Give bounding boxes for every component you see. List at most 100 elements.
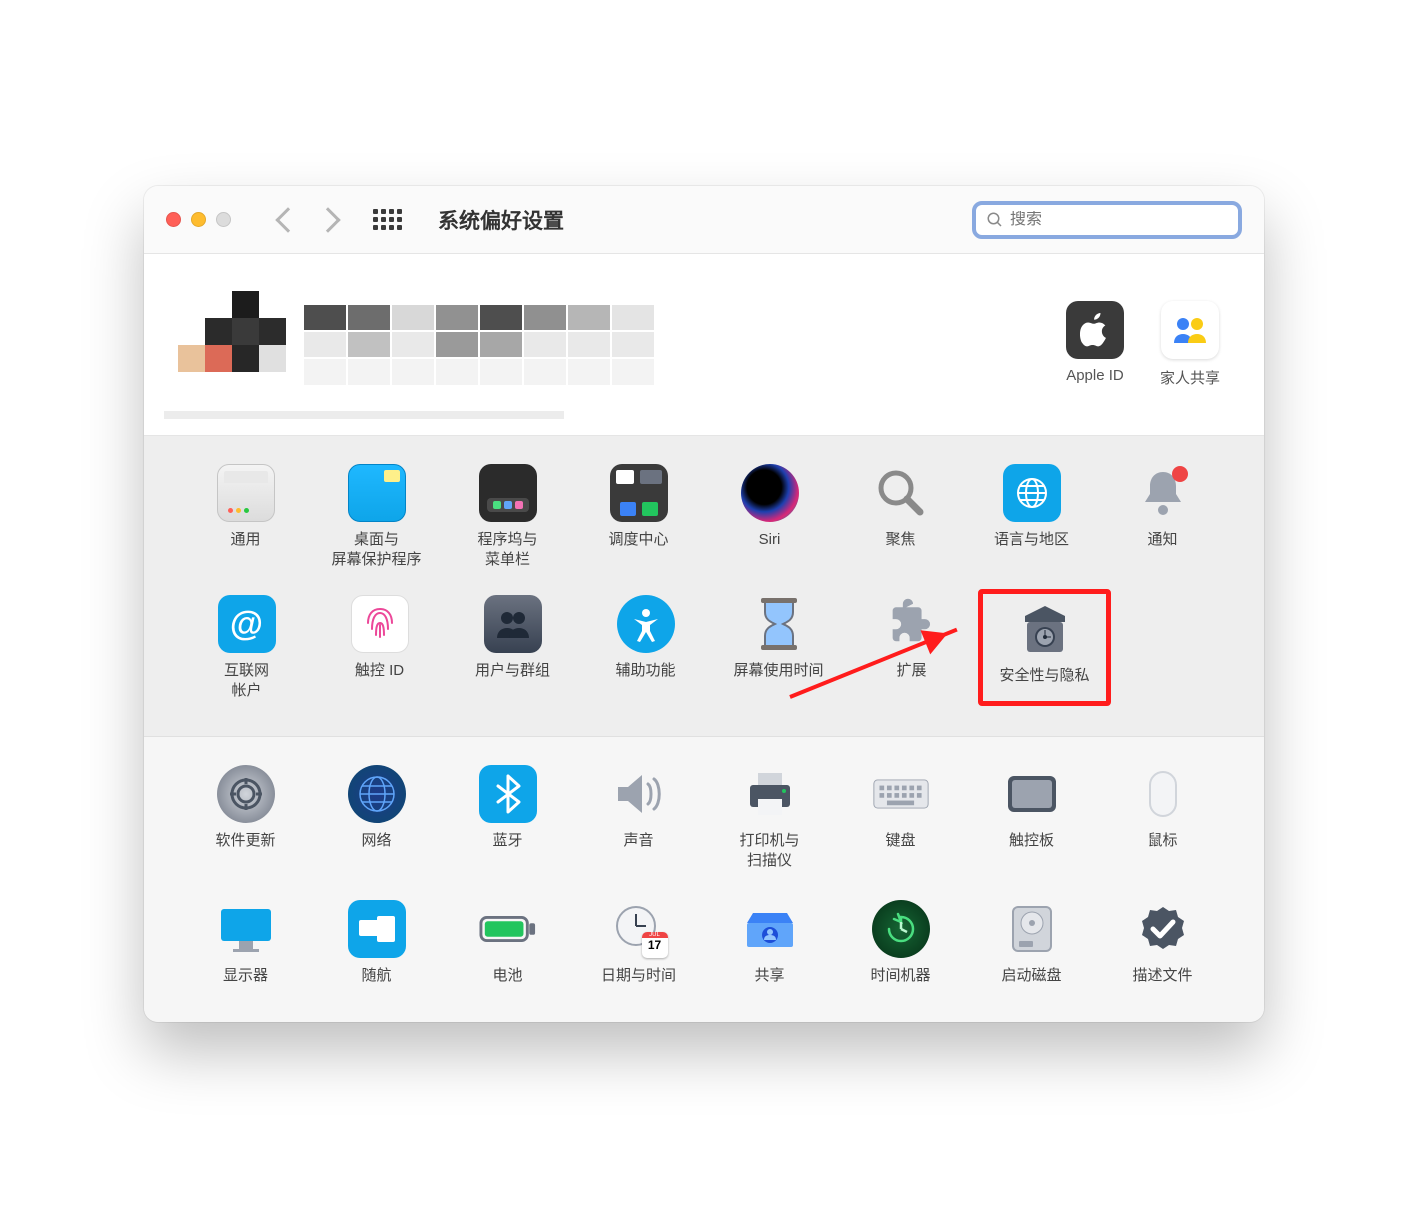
- profiles-icon: [1134, 900, 1192, 958]
- pref-touch-id[interactable]: 触控 ID: [313, 589, 446, 706]
- software-update-icon: [217, 765, 275, 823]
- pref-trackpad[interactable]: 触控板: [966, 759, 1097, 876]
- pref-label: 用户与群组: [475, 661, 550, 681]
- pref-spotlight[interactable]: 聚焦: [835, 458, 966, 575]
- pref-sidecar[interactable]: 随航: [311, 894, 442, 992]
- pref-label: 打印机与 扫描仪: [739, 831, 799, 870]
- printers-icon: [741, 765, 799, 823]
- pref-printers[interactable]: 打印机与 扫描仪: [704, 759, 835, 876]
- displays-icon: [217, 900, 275, 958]
- pref-label: 调度中心: [608, 530, 668, 550]
- pref-sharing[interactable]: 共享: [704, 894, 835, 992]
- battery-icon: [479, 900, 537, 958]
- pref-internet-accounts[interactable]: @ 互联网 帐户: [180, 589, 313, 706]
- pref-label: 网络: [361, 831, 391, 851]
- pref-label: 触控 ID: [355, 661, 404, 681]
- search-field[interactable]: [972, 201, 1242, 239]
- network-icon: [348, 765, 406, 823]
- pref-time-machine[interactable]: 时间机器: [835, 894, 966, 992]
- prefs-section-2: 软件更新 网络 蓝牙 声音: [144, 737, 1264, 1022]
- spotlight-icon: [872, 464, 930, 522]
- general-icon: [217, 464, 275, 522]
- apple-id-icon: [1066, 301, 1124, 359]
- close-button[interactable]: [166, 212, 181, 227]
- search-input[interactable]: [1010, 211, 1228, 229]
- pref-label: 时间机器: [870, 966, 930, 986]
- pref-label: 语言与地区: [994, 530, 1069, 550]
- family-sharing-button[interactable]: 家人共享: [1160, 301, 1220, 388]
- pref-label: 辅助功能: [615, 661, 675, 681]
- siri-icon: [741, 464, 799, 522]
- pref-startup-disk[interactable]: 启动磁盘: [966, 894, 1097, 992]
- apple-id-button[interactable]: Apple ID: [1066, 301, 1124, 388]
- accessibility-icon: [617, 595, 675, 653]
- desktop-icon: [348, 464, 406, 522]
- notifications-icon: [1134, 464, 1192, 522]
- time-machine-icon: [872, 900, 930, 958]
- pref-profiles[interactable]: 描述文件: [1097, 894, 1228, 992]
- pref-label: 声音: [623, 831, 653, 851]
- keyboard-icon: [872, 765, 930, 823]
- pref-date-time[interactable]: JUL17 日期与时间: [573, 894, 704, 992]
- redacted-bar: [164, 411, 564, 419]
- pref-users-groups[interactable]: 用户与群组: [446, 589, 579, 706]
- minimize-button[interactable]: [191, 212, 206, 227]
- search-icon: [986, 211, 1004, 229]
- sharing-icon: [741, 900, 799, 958]
- pref-label: 蓝牙: [492, 831, 522, 851]
- account-header: Apple ID 家人共享: [144, 254, 1264, 436]
- pref-label: 启动磁盘: [1001, 966, 1061, 986]
- trackpad-icon: [1003, 765, 1061, 823]
- pref-desktop[interactable]: 桌面与 屏幕保护程序: [311, 458, 442, 575]
- pref-label: 随航: [361, 966, 391, 986]
- pref-label: 通用: [230, 530, 260, 550]
- user-avatar: [178, 291, 286, 399]
- pref-bluetooth[interactable]: 蓝牙: [442, 759, 573, 876]
- forward-button[interactable]: [315, 207, 340, 232]
- sidecar-icon: [348, 900, 406, 958]
- pref-notifications[interactable]: 通知: [1097, 458, 1228, 575]
- nav-buttons: [279, 211, 337, 229]
- show-all-button[interactable]: [373, 209, 402, 230]
- touch-id-icon: [351, 595, 409, 653]
- pref-mouse[interactable]: 鼠标: [1097, 759, 1228, 876]
- pref-label: 共享: [754, 966, 784, 986]
- pref-sound[interactable]: 声音: [573, 759, 704, 876]
- pref-security-privacy[interactable]: 安全性与隐私: [978, 589, 1111, 706]
- user-name-redacted: [304, 305, 654, 385]
- pref-battery[interactable]: 电池: [442, 894, 573, 992]
- sound-icon: [610, 765, 668, 823]
- startup-disk-icon: [1003, 900, 1061, 958]
- zoom-button[interactable]: [216, 212, 231, 227]
- pref-label: 聚焦: [885, 530, 915, 550]
- pref-label: Siri: [759, 530, 781, 550]
- pref-keyboard[interactable]: 键盘: [835, 759, 966, 876]
- bluetooth-icon: [479, 765, 537, 823]
- pref-general[interactable]: 通用: [180, 458, 311, 575]
- mouse-icon: [1134, 765, 1192, 823]
- apple-id-label: Apple ID: [1066, 367, 1124, 384]
- mission-control-icon: [610, 464, 668, 522]
- pref-label: 通知: [1147, 530, 1177, 550]
- family-sharing-icon: [1161, 301, 1219, 359]
- pref-siri[interactable]: Siri: [704, 458, 835, 575]
- internet-accounts-icon: @: [218, 595, 276, 653]
- pref-label: 键盘: [885, 831, 915, 851]
- pref-screen-time[interactable]: 屏幕使用时间: [712, 589, 845, 706]
- pref-language[interactable]: 语言与地区: [966, 458, 1097, 575]
- pref-label: 屏幕使用时间: [733, 661, 823, 681]
- pref-label: 桌面与 屏幕保护程序: [331, 530, 421, 569]
- pref-dock[interactable]: 程序坞与 菜单栏: [442, 458, 573, 575]
- toolbar: 系统偏好设置: [144, 186, 1264, 254]
- pref-label: 触控板: [1009, 831, 1054, 851]
- security-icon: [1016, 600, 1074, 658]
- language-icon: [1003, 464, 1061, 522]
- pref-mission-control[interactable]: 调度中心: [573, 458, 704, 575]
- pref-software-update[interactable]: 软件更新: [180, 759, 311, 876]
- pref-displays[interactable]: 显示器: [180, 894, 311, 992]
- pref-accessibility[interactable]: 辅助功能: [579, 589, 712, 706]
- pref-label: 软件更新: [215, 831, 275, 851]
- back-button[interactable]: [275, 207, 300, 232]
- pref-label: 互联网 帐户: [224, 661, 269, 700]
- pref-network[interactable]: 网络: [311, 759, 442, 876]
